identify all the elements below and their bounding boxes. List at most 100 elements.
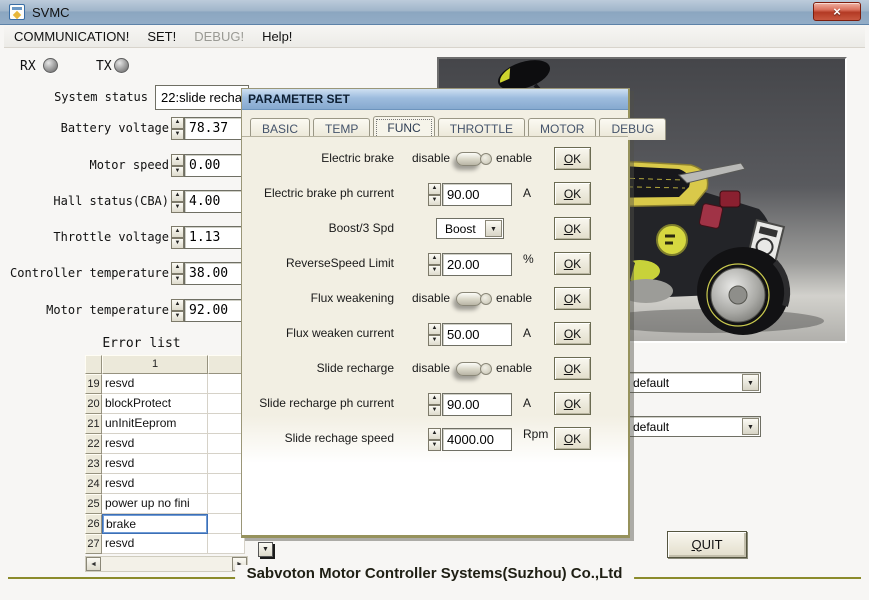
- electric-brake-toggle[interactable]: [456, 152, 492, 166]
- param-value[interactable]: 4000.00: [442, 428, 512, 451]
- error-cell[interactable]: resvd: [102, 454, 208, 474]
- dialog-titlebar[interactable]: PARAMETER SET: [242, 89, 628, 110]
- ok-button[interactable]: OK: [554, 392, 591, 415]
- window-title: SVMC: [32, 5, 70, 20]
- throttle-voltage-spinner[interactable]: ▲ ▼: [171, 226, 184, 249]
- table-row: 26 brake: [85, 514, 245, 534]
- error-list-table: 1 19 resvd 20 blockProtect 21 unInitEepr…: [85, 355, 245, 554]
- table-hscrollbar[interactable]: ◄ ►: [85, 556, 248, 572]
- value-spinner[interactable]: ▲ ▼: [428, 323, 441, 346]
- param-unit: Rpm: [523, 427, 548, 441]
- error-cell[interactable]: resvd: [102, 474, 208, 494]
- ok-button[interactable]: OK: [554, 427, 591, 450]
- toggle-on-label: enable: [496, 151, 532, 165]
- param-row: Electric brake ph current ▲ ▼ 90.00 A OK: [242, 182, 628, 206]
- error-cell[interactable]: blockProtect: [102, 394, 208, 414]
- chevron-down-icon[interactable]: ▼: [742, 418, 759, 435]
- param-value[interactable]: 90.00: [442, 393, 512, 416]
- value-spinner[interactable]: ▲ ▼: [428, 428, 441, 451]
- spin-up-icon[interactable]: ▲: [428, 428, 441, 440]
- spin-up-icon[interactable]: ▲: [428, 393, 441, 405]
- menu-set[interactable]: SET!: [147, 29, 176, 44]
- param-unit: A: [523, 396, 531, 410]
- spin-up-icon[interactable]: ▲: [171, 117, 184, 129]
- value-spinner[interactable]: ▲ ▼: [428, 393, 441, 416]
- spin-down-icon[interactable]: ▼: [428, 195, 441, 207]
- close-icon[interactable]: ×: [813, 2, 861, 21]
- param-value[interactable]: 20.00: [442, 253, 512, 276]
- error-cell[interactable]: resvd: [102, 374, 208, 394]
- spin-down-icon[interactable]: ▼: [428, 440, 441, 452]
- menu-communication[interactable]: COMMUNICATION!: [14, 29, 129, 44]
- motor-temp-spinner[interactable]: ▲ ▼: [171, 299, 184, 322]
- error-cell-selected[interactable]: brake: [102, 514, 208, 534]
- menu-help[interactable]: Help!: [262, 29, 292, 44]
- boost-dropdown[interactable]: Boost ▼: [436, 218, 504, 239]
- param-label: Slide recharge ph current: [242, 396, 394, 410]
- scroll-left-icon[interactable]: ◄: [86, 557, 101, 571]
- preset-dropdown-2[interactable]: default ▼: [627, 416, 761, 437]
- spin-up-icon[interactable]: ▲: [171, 226, 184, 238]
- ok-button[interactable]: OK: [554, 322, 591, 345]
- spin-down-icon[interactable]: ▼: [428, 265, 441, 277]
- error-cell[interactable]: power up no fini: [102, 494, 208, 514]
- motor-speed-spinner[interactable]: ▲ ▼: [171, 154, 184, 177]
- tab-page-func: Electric brake disable enable OK Electri…: [242, 136, 628, 535]
- preset-dropdown-1[interactable]: default ▼: [627, 372, 761, 393]
- table-row: 20 blockProtect: [85, 394, 245, 414]
- quit-button[interactable]: QUIT: [667, 531, 747, 558]
- spin-up-icon[interactable]: ▲: [171, 154, 184, 166]
- chevron-down-icon[interactable]: ▼: [742, 374, 759, 391]
- readout-label: Throttle voltage: [4, 230, 169, 244]
- hall-status-spinner[interactable]: ▲ ▼: [171, 190, 184, 213]
- flux-weakening-toggle[interactable]: [456, 292, 492, 306]
- spin-down-icon[interactable]: ▼: [171, 166, 184, 178]
- spin-down-icon[interactable]: ▼: [171, 129, 184, 141]
- ok-button[interactable]: OK: [554, 147, 591, 170]
- param-value[interactable]: 90.00: [442, 183, 512, 206]
- table-vscroll-down-icon[interactable]: ▼: [258, 542, 273, 557]
- spin-up-icon[interactable]: ▲: [428, 323, 441, 335]
- spin-down-icon[interactable]: ▼: [428, 405, 441, 417]
- ok-button[interactable]: OK: [554, 217, 591, 240]
- spin-up-icon[interactable]: ▲: [428, 253, 441, 265]
- parameter-set-dialog: PARAMETER SET BASIC TEMP FUNC THROTTLE M…: [241, 88, 630, 538]
- window-titlebar[interactable]: SVMC ×: [0, 0, 869, 25]
- table-row: 25 power up no fini: [85, 494, 245, 514]
- tx-label: TX: [96, 59, 112, 74]
- spin-down-icon[interactable]: ▼: [171, 238, 184, 250]
- error-list-title: Error list: [89, 336, 194, 351]
- value-spinner[interactable]: ▲ ▼: [428, 183, 441, 206]
- slide-recharge-toggle[interactable]: [456, 362, 492, 376]
- table-row: 19 resvd: [85, 374, 245, 394]
- spin-down-icon[interactable]: ▼: [171, 311, 184, 323]
- ok-button[interactable]: OK: [554, 287, 591, 310]
- spin-up-icon[interactable]: ▲: [171, 299, 184, 311]
- ok-button[interactable]: OK: [554, 252, 591, 275]
- param-value[interactable]: 50.00: [442, 323, 512, 346]
- readout-label: Controller temperature: [4, 266, 169, 280]
- param-unit: %: [523, 252, 534, 266]
- error-cell[interactable]: unInitEeprom: [102, 414, 208, 434]
- toggle-off-label: disable: [412, 151, 450, 165]
- table-col-header: 1: [102, 355, 208, 374]
- error-cell[interactable]: resvd: [102, 534, 208, 554]
- ok-button[interactable]: OK: [554, 182, 591, 205]
- spin-up-icon[interactable]: ▲: [171, 262, 184, 274]
- app-window: SVMC × COMMUNICATION! SET! DEBUG! Help! …: [0, 0, 869, 600]
- value-spinner[interactable]: ▲ ▼: [428, 253, 441, 276]
- table-corner: [85, 355, 102, 374]
- spin-down-icon[interactable]: ▼: [171, 202, 184, 214]
- param-row: ReverseSpeed Limit ▲ ▼ 20.00 % OK: [242, 252, 628, 276]
- chevron-down-icon[interactable]: ▼: [485, 220, 502, 237]
- param-row: Slide recharge ph current ▲ ▼ 90.00 A OK: [242, 392, 628, 416]
- ok-button[interactable]: OK: [554, 357, 591, 380]
- controller-temp-spinner[interactable]: ▲ ▼: [171, 262, 184, 285]
- spin-up-icon[interactable]: ▲: [428, 183, 441, 195]
- spin-down-icon[interactable]: ▼: [171, 274, 184, 286]
- error-cell[interactable]: resvd: [102, 434, 208, 454]
- spin-up-icon[interactable]: ▲: [171, 190, 184, 202]
- toggle-off-label: disable: [412, 291, 450, 305]
- battery-voltage-spinner[interactable]: ▲ ▼: [171, 117, 184, 140]
- spin-down-icon[interactable]: ▼: [428, 335, 441, 347]
